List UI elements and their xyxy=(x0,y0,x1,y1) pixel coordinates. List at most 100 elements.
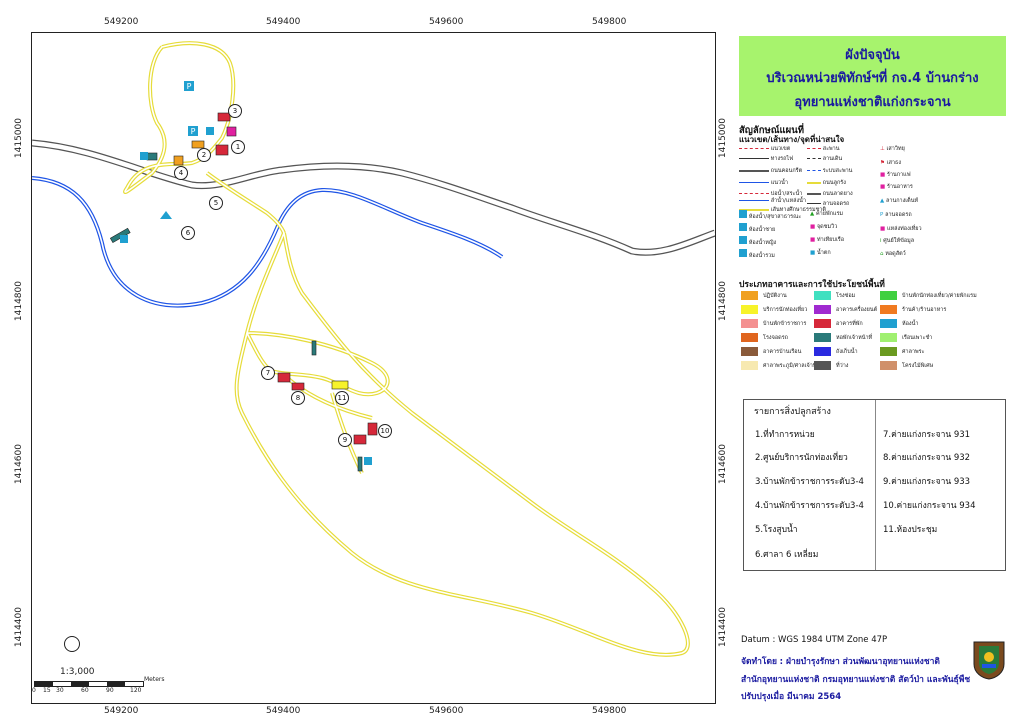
credit-by: จัดทำโดย : ฝ่ายบำรุงรักษา ส่วนพัฒนาอุทยา… xyxy=(741,654,940,668)
landuse-swatch xyxy=(741,291,758,300)
landuse-swatch xyxy=(814,347,831,356)
scale-tick-90: 90 xyxy=(106,687,114,694)
map-marker-8[interactable]: 8 xyxy=(291,391,305,405)
watch-tower-icon: ⌂ xyxy=(880,251,884,257)
map-marker-7[interactable]: 7 xyxy=(261,366,275,380)
map-marker-9[interactable]: 9 xyxy=(338,433,352,447)
legend-symbol-label: ร้านกาแฟ xyxy=(886,172,911,178)
x-coord-top-2: 549400 xyxy=(266,17,301,27)
legend-icon-label: จุดชมวิว xyxy=(816,224,838,230)
y-coord-left-4: 1414400 xyxy=(14,607,24,648)
legend-symbol-label: เสาวิทยุ xyxy=(886,146,905,152)
legend-symbol-label: ศูนย์ให้ข้อมูล xyxy=(883,238,915,244)
x-coord-bottom-3: 549600 xyxy=(429,706,464,716)
map-marker-3[interactable]: 3 xyxy=(228,104,242,118)
landuse-swatch xyxy=(880,333,897,342)
landuse-label: ศาลาพระ xyxy=(902,349,925,355)
title-box: ผังปัจจุบัน บริเวณหน่วยพิทักษ์ฯที่ กจ.4 … xyxy=(739,36,1006,116)
landuse-swatch xyxy=(880,319,897,328)
credit-by-text: : ฝ่ายบำรุงรักษา ส่วนพัฒนาอุทยานแห่งชาติ xyxy=(779,657,940,667)
landuse-label: โครงไม้พิเศษ xyxy=(902,363,934,369)
building-item-9: 9.ค่ายแก่งกระจาน 933 xyxy=(883,477,971,487)
landuse-label: อาคารบ้านเรือน xyxy=(763,349,802,355)
scale-tick-60: 60 xyxy=(81,687,89,694)
north-arrow-icon xyxy=(64,636,80,652)
map-marker-11[interactable]: 11 xyxy=(335,391,349,405)
landuse-swatch xyxy=(880,291,897,300)
map-marker-4[interactable]: 4 xyxy=(174,166,188,180)
y-coord-left-1: 1415000 xyxy=(14,118,24,159)
female-restroom-icon xyxy=(739,236,747,244)
parking-icon: P xyxy=(880,212,884,218)
legend-line-label: ทางรถไฟ xyxy=(770,156,794,162)
map-marker-2[interactable]: 2 xyxy=(197,148,211,162)
radio-tower-icon: ⊥ xyxy=(880,146,885,152)
landuse-label: ปฏิบัติงาน xyxy=(763,293,787,299)
landuse-label: หอพักเจ้าหน้าที่ xyxy=(836,335,873,341)
x-coord-bottom-2: 549400 xyxy=(266,706,301,716)
legend-symbol-label: หอดูสัตว์ xyxy=(885,251,906,257)
landuse-label: อาคารเครื่องยนต์ xyxy=(836,307,878,313)
landuse-swatch xyxy=(880,305,897,314)
landuse-label: เรือนเพาะชำ xyxy=(902,335,933,341)
main-road xyxy=(32,139,715,256)
building-item-8: 8.ค่ายแก่งกระจาน 932 xyxy=(883,453,971,463)
legend-icon-label: ค่ายพักแรม xyxy=(815,211,844,217)
legend-symbol-label: ร้านอาหาร xyxy=(886,184,913,190)
map-frame[interactable]: P P 1 2 3 4 5 6 7 8 9 10 11 1:3,000 0 15… xyxy=(31,32,716,704)
y-coord-right-1: 1415000 xyxy=(718,118,728,159)
building-list-box: รายการสิ่งปลูกสร้าง 1.ที่ทำการหน่วย 2.ศู… xyxy=(743,399,1006,571)
building-item-7: 7.ค่ายแก่งกระจาน 931 xyxy=(883,430,971,440)
attraction-icon: ■ xyxy=(880,226,886,232)
scale-tick-120: 120 xyxy=(130,687,142,694)
map-canvas[interactable]: P P xyxy=(32,33,715,703)
y-coord-right-4: 1414400 xyxy=(718,607,728,648)
landuse-swatch xyxy=(741,361,758,370)
legend-icon-label: ท่าเทียบเรือ xyxy=(816,237,845,243)
map-marker-1[interactable]: 1 xyxy=(231,140,245,154)
landuse-label: โรงจอดรถ xyxy=(763,335,788,341)
building-item-10: 10.ค่ายแก่งกระจาน 934 xyxy=(883,501,976,511)
map-marker-6[interactable]: 6 xyxy=(181,226,195,240)
building-item-4: 4.บ้านพักข้าราชการระดับ3-4 xyxy=(755,501,864,511)
svg-text:P: P xyxy=(191,127,196,136)
y-coord-right-2: 1414800 xyxy=(718,281,728,322)
landuse-swatch xyxy=(741,333,758,342)
landuse-swatch xyxy=(814,333,831,342)
y-coord-right-3: 1414600 xyxy=(718,444,728,485)
coffee-icon: ■ xyxy=(880,172,886,178)
title-line-3: อุทยานแห่งชาติแก่งกระจาน xyxy=(794,95,951,110)
landuse-swatch xyxy=(814,361,831,370)
landuse-swatch xyxy=(814,305,831,314)
landuse-label: ถังเก็บน้ำ xyxy=(836,349,858,355)
building-item-11: 11.ห้องประชุม xyxy=(883,525,938,535)
viewpoint-icon: ■ xyxy=(810,224,816,230)
building-list-heading: รายการสิ่งปลูกสร้าง xyxy=(754,407,831,417)
map-marker-10[interactable]: 10 xyxy=(378,424,392,438)
credit-updated: ปรับปรุงเมื่อ มีนาคม 2564 xyxy=(741,692,842,702)
landuse-swatch xyxy=(741,305,758,314)
legend-icon-label: น้ำตก xyxy=(816,250,831,256)
legend-symbol-label: เสาธง xyxy=(886,160,902,166)
building-item-5: 5.โรงสูบน้ำ xyxy=(755,525,798,535)
credit-office: สำนักอุทยานแห่งชาติ กรมอุทยานแห่งชาติ สั… xyxy=(741,675,971,685)
legend-line-label: แนวเขต xyxy=(770,146,791,152)
legend-line-label: ถนนลูกรัง xyxy=(822,180,846,186)
landuse-swatch xyxy=(741,347,758,356)
department-logo xyxy=(970,640,1008,680)
landuse-label: ศาลาพระภูมิ/ศาลเจ้าที่ xyxy=(763,363,817,369)
x-coord-top-4: 549800 xyxy=(592,17,627,27)
landuse-swatch xyxy=(814,319,831,328)
landuse-label: ห้องน้ำ xyxy=(902,321,919,327)
legend-line-label: สะพาน xyxy=(822,146,840,152)
title-line-1: ผังปัจจุบัน xyxy=(845,48,900,63)
landuse-swatch xyxy=(880,347,897,356)
legend-icon-label: ห้องน้ำ/สุขาสาธารณะ xyxy=(748,214,802,220)
scale-tick-30: 30 xyxy=(56,687,64,694)
datum-text: Datum : WGS 1984 UTM Zone 47P xyxy=(741,635,888,645)
legend-line-label: ระบบสะพาน xyxy=(822,168,853,174)
river xyxy=(32,176,504,308)
map-marker-5[interactable]: 5 xyxy=(209,196,223,210)
legend-symbol-label: แหล่งท่องเที่ยว xyxy=(886,226,922,232)
x-coord-top-1: 549200 xyxy=(104,17,139,27)
